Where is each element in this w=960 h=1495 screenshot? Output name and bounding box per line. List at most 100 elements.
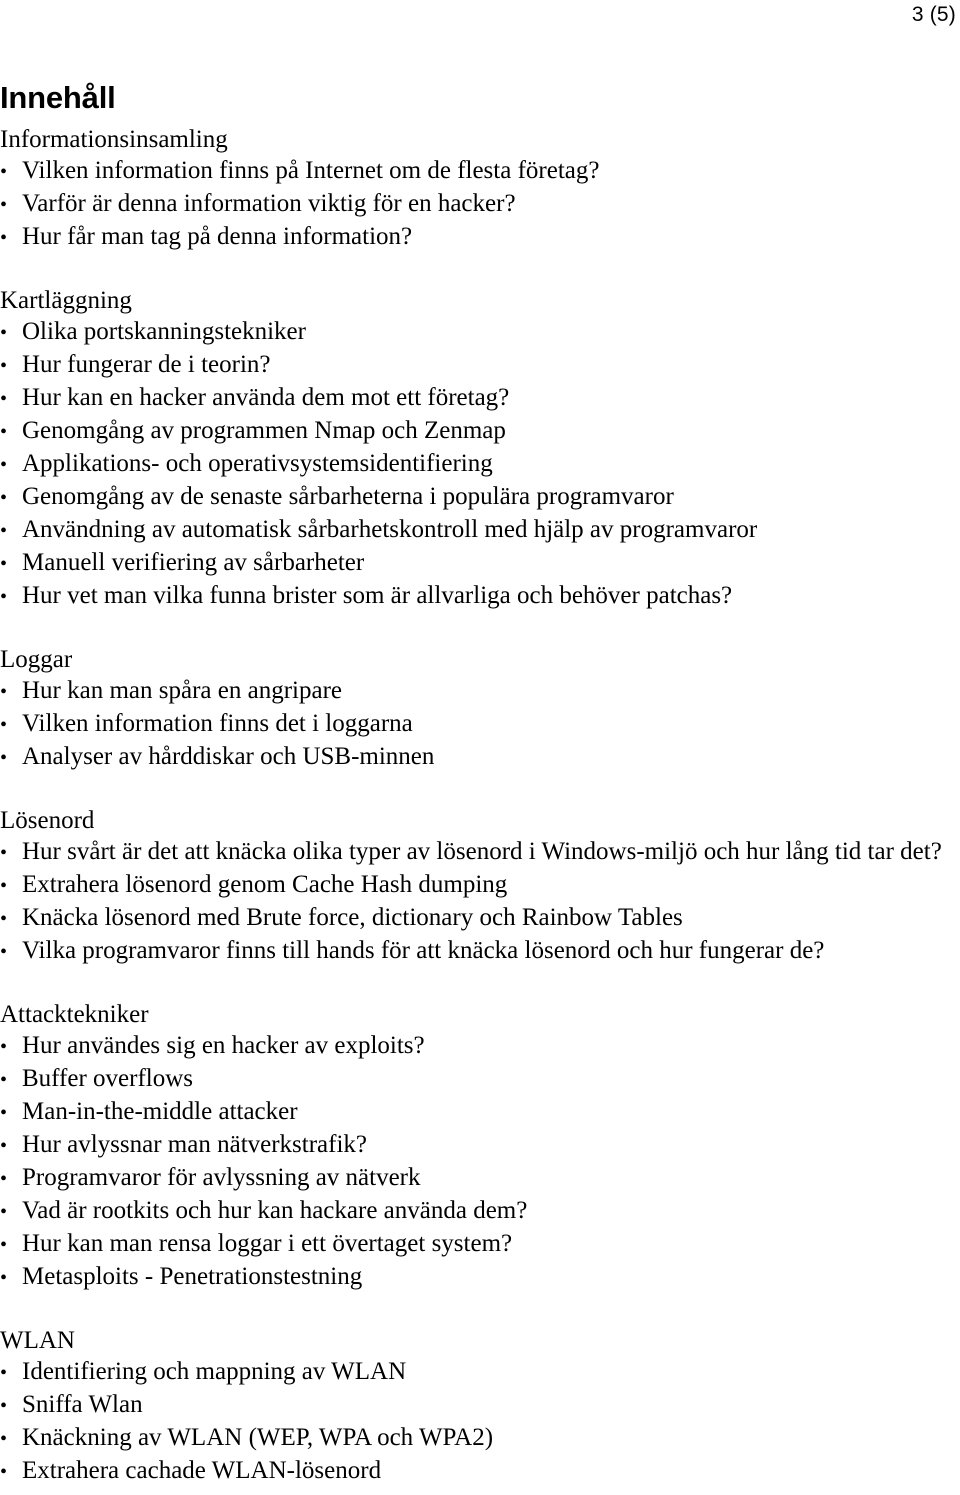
toc-section: Attacktekniker • Hur användes sig en hacke…: [0, 999, 952, 1294]
list-item: • Man-in-the-middle attacker: [0, 1096, 952, 1129]
list-item-label: Användning av automatisk sårbarhetskontr…: [22, 516, 758, 543]
bullet-icon: •: [0, 553, 8, 575]
document-page: 3 (5) Innehåll Informationsinsamling • Vil…: [0, 0, 960, 1495]
bullet-icon: •: [0, 1201, 8, 1223]
bullet-icon: •: [0, 227, 8, 249]
bullet-icon: •: [0, 1168, 8, 1190]
list-item: • Hur avlyssnar man nätverkstrafik?: [0, 1129, 952, 1162]
list-item: • Manuell verifiering av sårbarheter: [0, 547, 952, 580]
list-item: • Hur svårt är det att knäcka olika typer…: [0, 836, 952, 869]
bullet-icon: •: [0, 421, 8, 443]
section-heading: Kartläggning: [0, 287, 132, 314]
bullet-icon: •: [0, 1036, 8, 1058]
bullet-icon: •: [0, 1135, 8, 1157]
list-item-label: Analyser av hårddiskar och USB-minnen: [22, 743, 435, 770]
bullet-icon: •: [0, 388, 8, 410]
bullet-icon: •: [0, 1102, 8, 1124]
bullet-icon: •: [0, 355, 8, 377]
list-item-label: Olika portskanningstekniker: [22, 318, 306, 345]
bullet-icon: •: [0, 161, 8, 183]
list-item-label: Hur kan man rensa loggar i ett övertaget…: [22, 1230, 513, 1257]
list-item-label: Hur kan en hacker använda dem mot ett fö…: [22, 384, 510, 411]
list-item-label: Vad är rootkits och hur kan hackare anvä…: [22, 1197, 528, 1224]
toc-section: WLAN • Identifiering och mappning av WLAN •…: [0, 1325, 952, 1488]
section-heading: Lösenord: [0, 807, 95, 834]
list-item: • Sniffa Wlan: [0, 1389, 952, 1422]
toc-section: Lösenord • Hur svårt är det att knäcka oli…: [0, 805, 952, 968]
list-item: • Hur kan man spåra en angripare: [0, 675, 952, 708]
bullet-icon: •: [0, 487, 8, 509]
list-item-label: Programvaror för avlyssning av nätverk: [22, 1164, 421, 1191]
list-item: • Vilken information finns det i loggarna: [0, 708, 952, 741]
bullet-list: • Hur användes sig en hacker av exploits?…: [0, 1030, 952, 1294]
list-item: • Buffer overflows: [0, 1063, 952, 1096]
bullet-icon: •: [0, 1428, 8, 1450]
bullet-icon: •: [0, 1395, 8, 1417]
list-item: • Genomgång av de senaste sårbarheterna i…: [0, 481, 952, 514]
list-item: • Identifiering och mappning av WLAN: [0, 1356, 952, 1389]
bullet-icon: •: [0, 1461, 8, 1483]
list-item: • Genomgång av programmen Nmap och Zenmap: [0, 415, 952, 448]
list-item-label: Hur svårt är det att knäcka olika typer …: [22, 838, 942, 865]
bullet-icon: •: [0, 714, 8, 736]
list-item-label: Hur kan man spåra en angripare: [22, 677, 342, 704]
list-item-label: Hur användes sig en hacker av exploits?: [22, 1032, 425, 1059]
list-item-label: Man-in-the-middle attacker: [22, 1098, 298, 1125]
list-item: • Vilken information finns på Internet om…: [0, 155, 952, 188]
list-item: • Hur vet man vilka funna brister som är …: [0, 580, 952, 613]
list-item-label: Hur fungerar de i teorin?: [22, 351, 271, 378]
bullet-icon: •: [0, 1234, 8, 1256]
list-item-label: Extrahera lösenord genom Cache Hash dump…: [22, 871, 508, 898]
bullet-icon: •: [0, 1362, 8, 1384]
bullet-icon: •: [0, 941, 8, 963]
bullet-icon: •: [0, 681, 8, 703]
list-item: • Hur kan en hacker använda dem mot ett f…: [0, 382, 952, 415]
list-item-label: Hur vet man vilka funna brister som är a…: [22, 582, 733, 609]
bullet-list: • Hur kan man spåra en angripare • Vilken i…: [0, 675, 952, 774]
list-item-label: Identifiering och mappning av WLAN: [22, 1358, 407, 1385]
bullet-icon: •: [0, 908, 8, 930]
bullet-icon: •: [0, 1069, 8, 1091]
list-item-label: Varför är denna information viktig för e…: [22, 190, 516, 217]
list-item: • Olika portskanningstekniker: [0, 316, 952, 349]
section-heading: Loggar: [0, 646, 73, 673]
bullet-list: • Olika portskanningstekniker • Hur fungera…: [0, 316, 952, 613]
toc-section: Kartläggning • Olika portskanningstekniker…: [0, 285, 952, 613]
list-item: • Hur användes sig en hacker av exploits?: [0, 1030, 952, 1063]
bullet-list: • Identifiering och mappning av WLAN • Snif…: [0, 1356, 952, 1488]
table-of-contents: Informationsinsamling • Vilken information…: [0, 124, 952, 1488]
bullet-icon: •: [0, 194, 8, 216]
list-item-label: Sniffa Wlan: [22, 1391, 143, 1418]
list-item: • Programvaror för avlyssning av nätverk: [0, 1162, 952, 1195]
list-item: • Hur får man tag på denna information?: [0, 221, 952, 254]
list-item-label: Vilken information finns det i loggarna: [22, 710, 413, 737]
bullet-icon: •: [0, 1267, 8, 1289]
list-item-label: Knäckning av WLAN (WEP, WPA och WPA2): [22, 1424, 494, 1451]
list-item-label: Knäcka lösenord med Brute force, diction…: [22, 904, 683, 931]
toc-section: Loggar • Hur kan man spåra en angripare • Vi…: [0, 644, 952, 774]
page-number: 3 (5): [911, 3, 956, 26]
list-item-label: Applikations- och operativsystemsidentif…: [22, 450, 493, 477]
bullet-icon: •: [0, 520, 8, 542]
bullet-icon: •: [0, 842, 8, 864]
list-item: • Applikations- och operativsystemsidenti…: [0, 448, 952, 481]
bullet-icon: •: [0, 747, 8, 769]
list-item: • Knäckning av WLAN (WEP, WPA och WPA2): [0, 1422, 952, 1455]
list-item: • Analyser av hårddiskar och USB-minnen: [0, 741, 952, 774]
list-item-label: Vilken information finns på Internet om …: [22, 157, 600, 184]
list-item: • Knäcka lösenord med Brute force, dictio…: [0, 902, 952, 935]
bullet-icon: •: [0, 322, 8, 344]
list-item-label: Hur avlyssnar man nätverkstrafik?: [22, 1131, 368, 1158]
list-item: • Hur kan man rensa loggar i ett övertage…: [0, 1228, 952, 1261]
section-heading: WLAN: [0, 1327, 75, 1354]
bullet-list: • Hur svårt är det att knäcka olika typer…: [0, 836, 952, 968]
list-item: • Användning av automatisk sårbarhetskont…: [0, 514, 952, 547]
list-item: • Hur fungerar de i teorin?: [0, 349, 952, 382]
list-item: • Vilka programvaror finns till hands för…: [0, 935, 952, 968]
list-item: • Vad är rootkits och hur kan hackare anv…: [0, 1195, 952, 1228]
bullet-icon: •: [0, 454, 8, 476]
list-item-label: Genomgång av de senaste sårbarheterna i …: [22, 483, 674, 510]
list-item-label: Hur får man tag på denna information?: [22, 223, 413, 250]
list-item-label: Genomgång av programmen Nmap och Zenmap: [22, 417, 506, 444]
list-item-label: Metasploits - Penetrationstestning: [22, 1263, 363, 1290]
